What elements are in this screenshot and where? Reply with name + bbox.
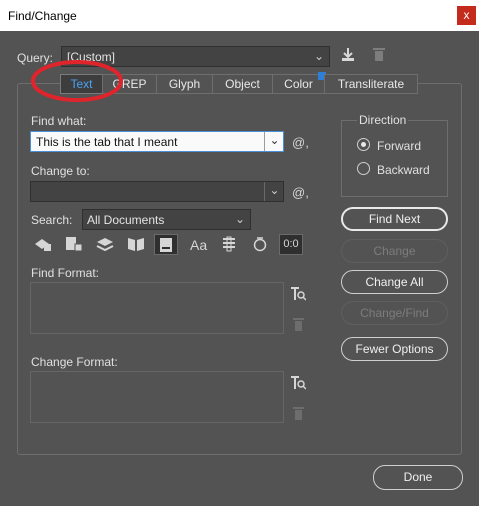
find-format-box[interactable] (30, 282, 284, 334)
window-title: Find/Change (8, 9, 77, 23)
delete-query-icon[interactable] (371, 47, 387, 65)
find-what-value: This is the tab that I meant (36, 135, 178, 149)
change-format-box[interactable] (30, 371, 284, 423)
change-history-dropdown[interactable]: ⌄ (264, 182, 284, 201)
search-scope-dropdown[interactable]: All Documents ⌄ (82, 209, 251, 230)
special-characters-find-icon[interactable]: @, (292, 135, 309, 150)
include-footnotes-icon[interactable] (154, 234, 178, 255)
chevron-down-icon: ⌄ (313, 49, 324, 63)
forward-label: Forward (377, 139, 422, 153)
include-hidden-layers-icon[interactable] (96, 236, 114, 254)
find-format-label: Find Format: (31, 266, 100, 280)
tab-transliterate[interactable]: Transliterate (324, 74, 418, 94)
whole-word-icon[interactable] (220, 236, 238, 254)
search-label: Search: (31, 213, 73, 227)
forward-radio[interactable] (357, 138, 370, 151)
include-locked-layers-icon[interactable] (34, 236, 52, 254)
close-button[interactable]: x (457, 6, 476, 25)
include-master-pages-icon[interactable] (127, 236, 145, 254)
find-next-button[interactable]: Find Next (341, 207, 448, 231)
special-characters-change-icon[interactable]: @, (292, 185, 309, 200)
chevron-down-icon: ⌄ (234, 212, 245, 226)
case-sensitive-icon[interactable]: Aa (190, 237, 207, 253)
backward-label: Backward (377, 163, 430, 177)
change-all-button[interactable]: Change All (341, 270, 448, 294)
specify-change-format-icon[interactable] (290, 375, 307, 391)
done-button[interactable]: Done (373, 465, 463, 490)
direction-label: Direction (357, 113, 409, 127)
title-bar: Find/Change x (0, 0, 479, 31)
change-to-label: Change to: (31, 164, 90, 178)
specify-find-format-icon[interactable] (290, 286, 307, 302)
find-what-label: Find what: (31, 114, 87, 128)
chevron-down-icon: ⌄ (269, 183, 280, 197)
include-locked-stories-icon[interactable] (65, 236, 83, 254)
clear-find-format-icon[interactable] (291, 318, 305, 332)
full-half-width-icon[interactable]: 0:0 (279, 234, 303, 255)
tab-glyph[interactable]: Glyph (156, 74, 213, 94)
search-scope-value: All Documents (87, 213, 165, 227)
chevron-down-icon: ⌄ (269, 133, 280, 147)
tab-object[interactable]: Object (212, 74, 273, 94)
radio-dot-icon (361, 142, 366, 147)
find-what-field[interactable]: This is the tab that I meant ⌄ (30, 131, 284, 152)
change-to-field[interactable]: ⌄ (30, 181, 284, 202)
fewer-options-button[interactable]: Fewer Options (341, 337, 448, 361)
save-query-icon[interactable] (340, 47, 356, 65)
clear-change-format-icon[interactable] (291, 407, 305, 421)
backward-radio[interactable] (357, 162, 370, 175)
find-history-dropdown[interactable]: ⌄ (264, 132, 284, 151)
change-button[interactable]: Change (341, 239, 448, 263)
direction-group (341, 120, 448, 197)
change-format-label: Change Format: (31, 355, 118, 369)
change-find-button[interactable]: Change/Find (341, 301, 448, 325)
annotation-circle (31, 60, 123, 102)
kana-sensitive-icon[interactable] (252, 236, 268, 254)
